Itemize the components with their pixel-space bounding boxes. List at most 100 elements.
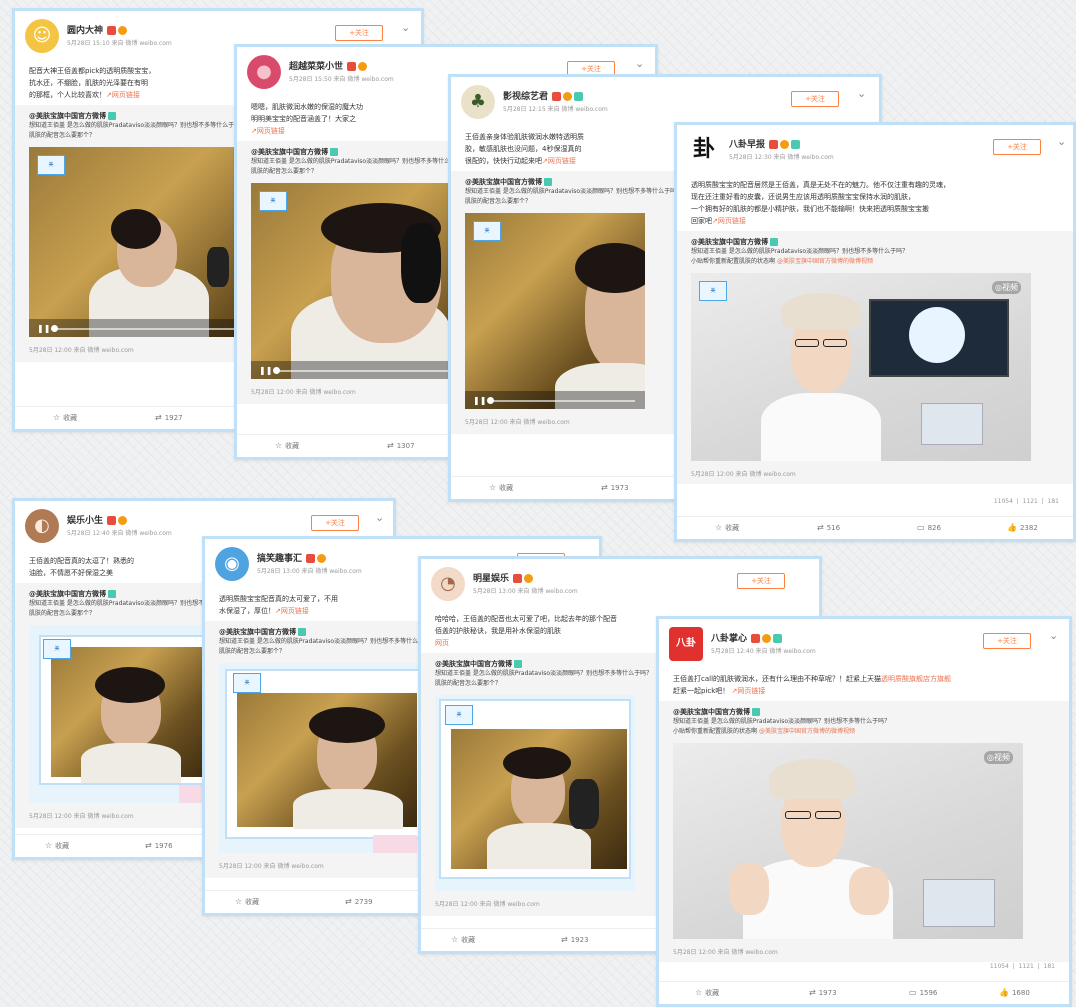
video-player[interactable]: 美 [435,695,635,891]
username[interactable]: 圆内大神 [67,23,129,36]
progress-knob[interactable] [273,367,280,374]
video-link[interactable]: @美肤宝旗中国官方微博的微博视频 [759,728,855,735]
repost-button[interactable]: ⇄ 1923 [561,935,589,944]
username[interactable]: 影视综艺君 [503,89,585,102]
username[interactable]: 搞笑趣事汇 [257,551,328,564]
video-player[interactable]: 美 [219,663,429,853]
repost-button[interactable]: ⇄ 516 [817,523,840,532]
thumbs-up-icon: 👍 [999,988,1009,997]
video-mark-icon: ◎视频 [984,751,1013,764]
brand-logo-icon: 美 [445,705,473,725]
store-link[interactable]: 透明质酸旗舰店方旗舰 [881,675,951,683]
avatar[interactable]: ◐ [25,509,59,543]
collect-button[interactable]: ☆ 收藏 [235,897,259,907]
post-text: 现在还注重好看的皮囊，还说男生应该用透明质酸宝宝保持水润的肌肤， [691,193,915,201]
avatar[interactable]: ◔ [431,567,465,601]
vip-badge-icon [317,553,327,563]
chevron-down-icon[interactable]: ⌄ [401,21,410,34]
verified-badge-icon [770,238,778,246]
avatar[interactable]: 八卦 [669,627,703,661]
repost-button[interactable]: ⇄ 1927 [155,413,183,422]
repost-icon: ⇄ [561,935,568,944]
collect-button[interactable]: ☆ 收藏 [275,441,299,451]
comment-button[interactable]: ▭ 1596 [909,988,937,997]
video-player[interactable]: 美 ◎视频 [691,273,1031,461]
video-player[interactable]: 美 [29,625,229,803]
repost-icon: ⇄ [817,523,824,532]
level-badge-icon [773,633,783,643]
avatar[interactable]: ☺ [25,19,59,53]
star-icon: ☆ [715,523,723,532]
follow-button[interactable]: +关注 [791,91,839,107]
username[interactable]: 八卦掌心 [711,631,784,644]
collect-button[interactable]: ☆ 收藏 [715,523,739,533]
username[interactable]: 娱乐小生 [67,513,129,526]
repost-button[interactable]: ⇄ 2739 [345,897,373,906]
post-timestamp: 5月28日 12:15 来自 微博 weibo.com [503,106,608,113]
progress-knob[interactable] [51,325,58,332]
repost-author[interactable]: @美肤宝旗中国官方微博 [691,237,1059,247]
web-link[interactable]: ↗网页链接 [712,217,746,225]
web-link[interactable]: ↗网页链接 [732,687,766,695]
collect-button[interactable]: ☆ 收藏 [695,988,719,998]
repost-button[interactable]: ⇄ 1307 [387,441,415,450]
star-icon: ☆ [45,841,53,850]
chevron-down-icon[interactable]: ⌄ [857,87,866,100]
verified-badge-icon [108,590,116,598]
vip-badge-icon [524,573,534,583]
pause-icon[interactable]: ❚❚ [37,324,50,333]
post-text: 水保湿了，厚位！ [219,607,275,615]
chevron-down-icon[interactable]: ⌄ [375,511,384,524]
video-link[interactable]: @美肤宝旗中国官方微博的微博视频 [777,258,873,265]
web-link[interactable]: ↗网页链接 [275,607,309,615]
chevron-down-icon[interactable]: ⌄ [1049,629,1058,642]
comment-button[interactable]: ▭ 826 [917,523,941,532]
pause-icon[interactable]: ❚❚ [473,396,486,405]
repost-text: 小贴帮你重新配置肌肤的状态啊 [691,258,776,265]
collect-button[interactable]: ☆ 收藏 [451,935,475,945]
verified-badge-icon [769,139,779,149]
follow-button[interactable]: +关注 [335,25,383,41]
pause-icon[interactable]: ❚❚ [259,366,272,375]
post-text: 回家吧 [691,217,712,225]
video-player[interactable]: ◎视频 [673,743,1023,939]
like-button[interactable]: 👍 1680 [999,988,1030,997]
chevron-down-icon[interactable]: ⌄ [635,57,644,70]
avatar[interactable]: 卦 [687,133,721,167]
follow-button[interactable]: +关注 [983,633,1031,649]
video-player[interactable]: 美 ❚❚ [465,213,645,409]
weibo-post-card-8: 八卦 八卦掌心 5月28日 12:40 来自 微博 weibo.com +关注 … [656,616,1072,1007]
avatar[interactable]: ● [247,55,281,89]
username[interactable]: 八卦早报 [729,137,802,150]
repost-icon: ⇄ [809,988,816,997]
follow-button[interactable]: +关注 [993,139,1041,155]
verified-badge-icon [306,553,316,563]
progress-knob[interactable] [487,397,494,404]
web-link[interactable]: ↗网页链接 [542,157,576,165]
repost-button[interactable]: ⇄ 1973 [809,988,837,997]
video-mark-icon: ◎视频 [992,281,1021,294]
comment-icon: ▭ [917,523,925,532]
avatar[interactable]: ◉ [215,547,249,581]
collect-button[interactable]: ☆ 收藏 [489,483,513,493]
avatar[interactable]: ♣ [461,85,495,119]
username[interactable]: 超越菜菜小世 [289,59,369,72]
chevron-down-icon[interactable]: ⌄ [1057,135,1066,148]
repost-author[interactable]: @美肤宝旗中国官方微博 [673,707,1055,717]
web-link[interactable]: ↗网页链接 [106,91,140,99]
like-button[interactable]: 👍 2382 [1007,523,1038,532]
follow-button[interactable]: +关注 [737,573,785,589]
video-controls[interactable]: ❚❚ [465,391,645,409]
username[interactable]: 明星娱乐 [473,571,535,584]
collect-button[interactable]: ☆ 收藏 [53,413,77,423]
repost-button[interactable]: ⇄ 1973 [601,483,629,492]
vip-badge-icon [358,61,368,71]
collect-button[interactable]: ☆ 收藏 [45,841,69,851]
verified-badge-icon [108,112,116,120]
verified-badge-icon [347,61,357,71]
brand-logo-icon: 美 [699,281,727,301]
repost-icon: ⇄ [601,483,608,492]
follow-button[interactable]: +关注 [311,515,359,531]
repost-button[interactable]: ⇄ 1976 [145,841,173,850]
post-timestamp: 5月28日 15:50 来自 微博 weibo.com [289,76,394,83]
